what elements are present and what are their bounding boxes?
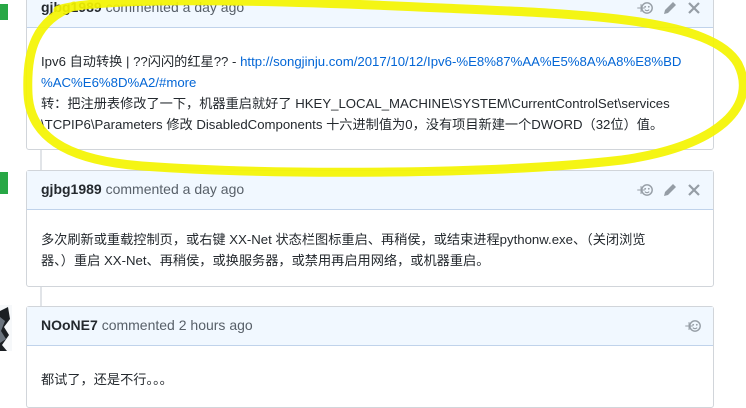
timeline-connector	[40, 286, 42, 306]
body-line: 转：把注册表修改了一下，机器重启就好了 HKEY_LOCAL_MACHINE\S…	[41, 96, 670, 111]
comment-action: commented	[105, 181, 179, 197]
comment-card: gjbg1989 commented a day ago + Ipv6 自动转换…	[26, 0, 714, 150]
add-reaction-icon[interactable]: +	[683, 317, 701, 335]
comment-meta: gjbg1989 commented a day ago	[41, 181, 244, 197]
add-reaction-icon[interactable]: +	[635, 181, 653, 199]
body-line: \TCPIP6\Parameters 修改 DisabledComponents…	[41, 117, 664, 132]
close-icon[interactable]	[685, 181, 703, 199]
comment-author[interactable]: gjbg1989	[41, 0, 102, 15]
comment-header: gjbg1989 commented a day ago +	[27, 171, 713, 210]
comment-header: NOoNE7 commented 2 hours ago +	[27, 307, 713, 346]
body-text: Ipv6 自动转换 | ??闪闪的红星?? -	[41, 54, 241, 69]
comment-card: NOoNE7 commented 2 hours ago + 都试了，还是不行。…	[26, 306, 714, 408]
comment-timestamp[interactable]: a day ago	[183, 0, 245, 15]
close-icon[interactable]	[685, 0, 703, 17]
timeline-connector	[40, 148, 42, 170]
body-link[interactable]: http://songjinju.com/2017/10/12/Ipv6-%E8…	[240, 54, 681, 69]
body-line: 都试了，还是不行。。。	[41, 372, 173, 387]
comment-timestamp[interactable]: a day ago	[183, 181, 245, 197]
comment-action: commented	[105, 0, 179, 15]
comment-author[interactable]: gjbg1989	[41, 181, 102, 197]
comment-header: gjbg1989 commented a day ago +	[27, 0, 713, 28]
body-line: %AC%E6%8D%A2/#more	[41, 72, 703, 93]
add-reaction-icon[interactable]: +	[635, 0, 653, 17]
comment-author[interactable]: NOoNE7	[41, 317, 98, 333]
comment-meta: NOoNE7 commented 2 hours ago	[41, 317, 253, 333]
body-link[interactable]: %AC%E6%8D%A2/#more	[41, 75, 196, 90]
comment-body: Ipv6 自动转换 | ??闪闪的红星?? - http://songjinju…	[41, 51, 703, 135]
status-indicator	[0, 4, 8, 20]
body-line: Ipv6 自动转换 | ??闪闪的红星?? - http://songjinju…	[41, 51, 703, 72]
comment-timestamp[interactable]: 2 hours ago	[179, 317, 253, 333]
comment-action: commented	[101, 317, 175, 333]
pencil-icon[interactable]	[661, 181, 679, 199]
body-line: 多次刷新或重载控制页，或右键 XX-Net 状态栏图标重启、再稍侯，或结束进程p…	[41, 232, 646, 247]
comment-card: gjbg1989 commented a day ago + 多次刷新或重载控制…	[26, 170, 714, 287]
comment-body: 都试了，还是不行。。。	[41, 369, 703, 390]
avatar[interactable]	[0, 305, 12, 351]
pencil-icon[interactable]	[661, 0, 679, 17]
comment-meta: gjbg1989 commented a day ago	[41, 0, 244, 15]
status-indicator	[0, 172, 8, 194]
body-line: 器、）重启 XX-Net、再稍侯，或换服务器，或禁用再启用网络，或机器重启。	[41, 253, 490, 268]
comment-body: 多次刷新或重载控制页，或右键 XX-Net 状态栏图标重启、再稍侯，或结束进程p…	[41, 229, 703, 271]
